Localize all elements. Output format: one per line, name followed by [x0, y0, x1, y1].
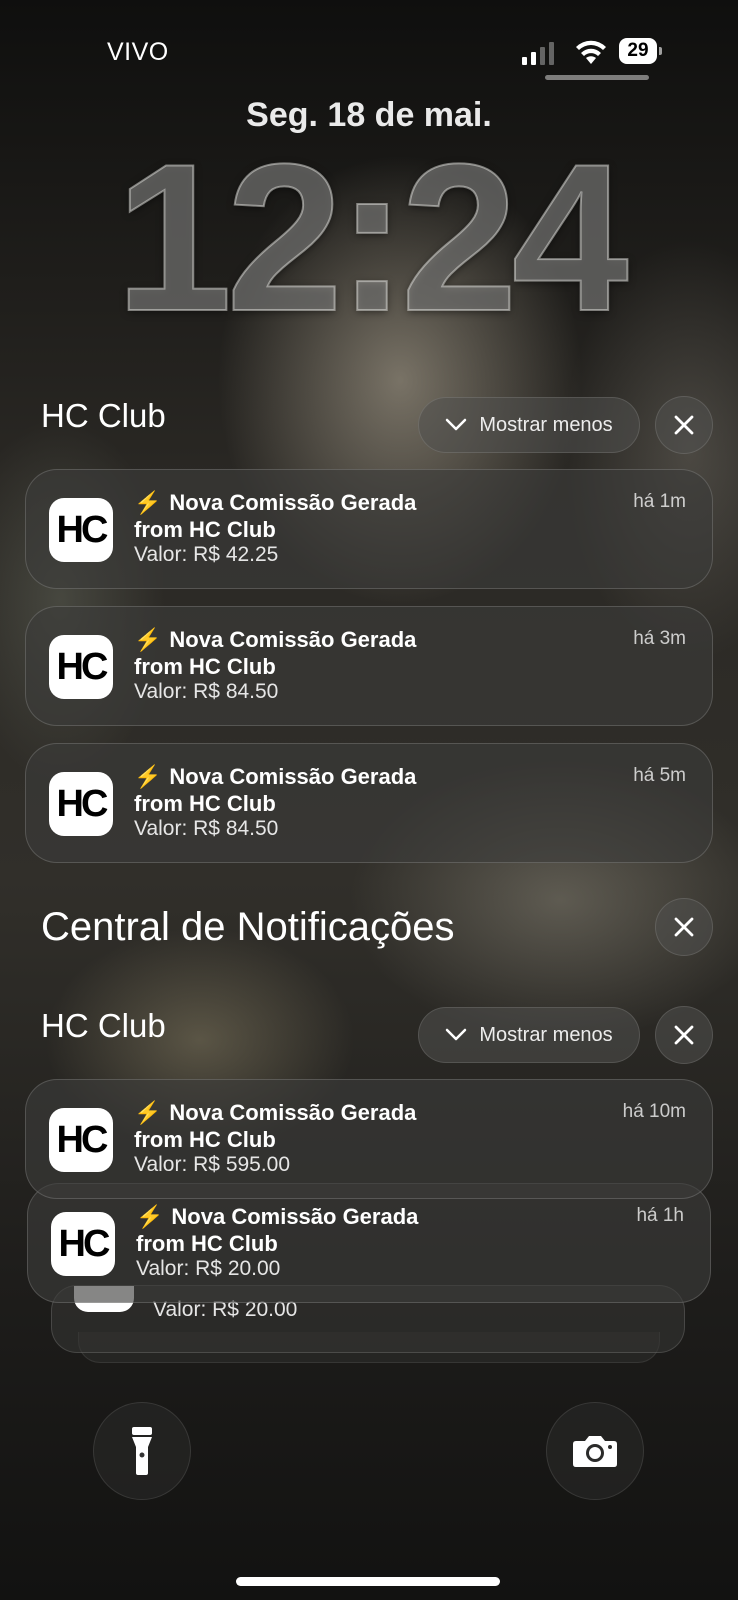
- notification-body: Valor: R$ 595.00: [134, 1153, 291, 1176]
- close-icon: [674, 1025, 694, 1045]
- notification-subtitle: from HC Club: [134, 1127, 276, 1152]
- notification-title: ⚡ Nova Comissão Gerada: [134, 764, 417, 789]
- notification-time: há 5m: [633, 765, 686, 786]
- lightning-icon: ⚡: [134, 490, 162, 515]
- battery-icon: 29: [619, 38, 662, 64]
- clear-group-button[interactable]: [655, 396, 713, 454]
- notification-time: há 10m: [622, 1101, 686, 1122]
- flashlight-icon: [132, 1427, 152, 1475]
- camera-icon: [573, 1436, 617, 1467]
- cellular-signal-icon: [522, 42, 554, 65]
- status-bar: VIVO 29: [0, 30, 738, 80]
- close-icon: [674, 917, 694, 937]
- hc-club-logo-icon: HC: [51, 1212, 115, 1276]
- close-icon: [674, 415, 694, 435]
- clear-all-button[interactable]: [655, 898, 713, 956]
- carrier-label: VIVO: [107, 38, 169, 66]
- status-indicator-bar: [545, 75, 649, 80]
- notification-time: há 1h: [636, 1205, 684, 1226]
- clear-group-button[interactable]: [655, 1006, 713, 1064]
- notification-card[interactable]: HC ⚡ Nova Comissão Gerada from HC Club Va…: [27, 1183, 711, 1303]
- chevron-down-icon: [446, 418, 467, 431]
- notification-card[interactable]: HC ⚡ Nova Comissão Gerada from HC Club Va…: [25, 606, 713, 726]
- show-less-button[interactable]: Mostrar menos: [418, 1007, 640, 1063]
- notification-card[interactable]: HC ⚡ Nova Comissão Gerada from HC Club Va…: [25, 469, 713, 589]
- lightning-icon: ⚡: [134, 1100, 162, 1125]
- notification-title: ⚡ Nova Comissão Gerada: [136, 1204, 419, 1229]
- notification-title: ⚡ Nova Comissão Gerada: [134, 627, 417, 652]
- notification-subtitle: from HC Club: [136, 1231, 278, 1256]
- notification-subtitle: from HC Club: [134, 654, 276, 679]
- notification-subtitle: from HC Club: [134, 517, 276, 542]
- show-less-label: Mostrar menos: [479, 413, 613, 436]
- wifi-icon: [576, 40, 606, 64]
- show-less-label: Mostrar menos: [479, 1023, 613, 1046]
- notification-center-title: Central de Notificações: [41, 905, 455, 949]
- lightning-icon: ⚡: [134, 627, 162, 652]
- lock-clock: 12:24: [114, 120, 629, 355]
- notification-time: há 1m: [633, 491, 686, 512]
- notification-body: Valor: R$ 84.50: [134, 680, 279, 703]
- lightning-icon: ⚡: [136, 1204, 164, 1229]
- hc-club-logo-icon: HC: [49, 635, 113, 699]
- notification-body: Valor: R$ 20.00: [136, 1257, 281, 1280]
- group-title-hc-club: HC Club: [41, 1007, 166, 1044]
- show-less-button[interactable]: Mostrar menos: [418, 397, 640, 453]
- notification-card[interactable]: HC ⚡ Nova Comissão Gerada from HC Club Va…: [25, 743, 713, 863]
- group-title-hc-club: HC Club: [41, 397, 166, 434]
- camera-button[interactable]: [546, 1402, 644, 1500]
- hc-club-logo-icon: HC: [49, 772, 113, 836]
- lightning-icon: ⚡: [134, 764, 162, 789]
- flashlight-button[interactable]: [93, 1402, 191, 1500]
- hc-club-logo-icon: HC: [49, 498, 113, 562]
- notification-body: Valor: R$ 42.25: [134, 543, 279, 566]
- notification-title: ⚡ Nova Comissão Gerada: [134, 490, 417, 515]
- chevron-down-icon: [446, 1028, 467, 1041]
- notification-title: ⚡ Nova Comissão Gerada: [134, 1100, 417, 1125]
- notification-body: Valor: R$ 84.50: [134, 817, 279, 840]
- notification-card[interactable]: HC ⚡ Nova Comissão Gerada from HC Club Va…: [25, 1079, 713, 1199]
- hc-club-logo-icon: HC: [49, 1108, 113, 1172]
- notification-subtitle: from HC Club: [134, 791, 276, 816]
- notification-time: há 3m: [633, 628, 686, 649]
- home-indicator[interactable]: [236, 1577, 500, 1586]
